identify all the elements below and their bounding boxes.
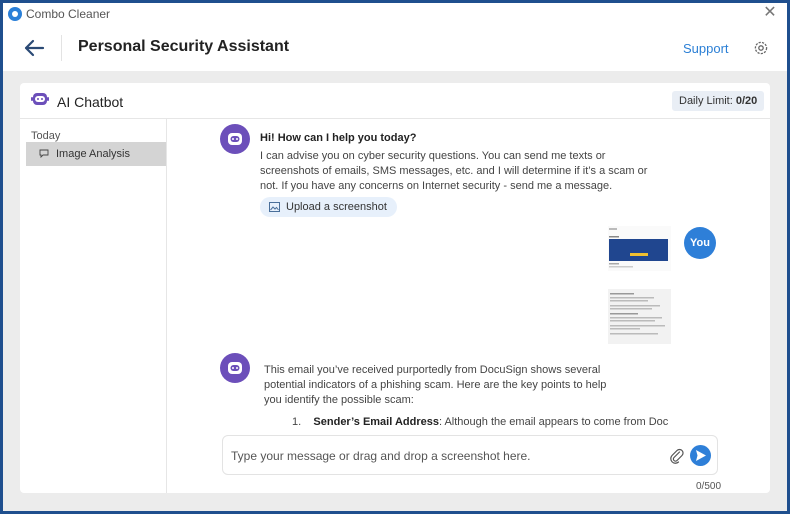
sidebar-item-image-analysis[interactable]: Image Analysis: [26, 142, 166, 166]
robot-icon: [228, 362, 242, 374]
panel-title: AI Chatbot: [57, 94, 124, 110]
app-window: Combo Cleaner ✕ Personal Security Assist…: [3, 3, 787, 511]
daily-limit-value: 0/20: [735, 95, 758, 107]
daily-limit-label: Daily Limit:: [679, 95, 736, 107]
send-icon: [696, 450, 706, 461]
bot-avatar: [220, 353, 250, 383]
point-title: Sender’s Email Address: [313, 416, 439, 428]
gear-icon: [754, 41, 768, 55]
daily-limit-badge: Daily Limit: 0/20: [672, 91, 765, 111]
chatbot-panel: AI Chatbot Daily Limit: 0/20 Today Image…: [20, 83, 770, 493]
message-input[interactable]: [231, 446, 661, 466]
upload-screenshot-button[interactable]: Upload a screenshot: [260, 197, 397, 217]
image-icon: [269, 202, 280, 212]
robot-icon: [228, 133, 242, 145]
settings-button[interactable]: [753, 40, 769, 56]
bot-avatar: [220, 124, 250, 154]
message-input-box: [222, 435, 718, 475]
user-avatar: You: [684, 227, 716, 259]
send-button[interactable]: [690, 445, 711, 466]
bot-greeting: Hi! How can I help you today?: [260, 132, 417, 144]
sidebar-group-today: Today: [31, 130, 61, 142]
bot-analysis-message: This email you’ve received purportedly f…: [264, 364, 607, 406]
point-text: : Although the email appears to come fro…: [438, 416, 669, 428]
uploaded-screenshot-thumbnail-detail[interactable]: [608, 289, 671, 344]
uploaded-screenshot-thumbnail[interactable]: [608, 226, 671, 271]
panel-header: AI Chatbot Daily Limit: 0/20: [20, 83, 770, 119]
chat-history-sidebar: Today Image Analysis: [20, 119, 167, 493]
title-bar: Combo Cleaner ✕: [3, 3, 787, 25]
robot-icon: [31, 93, 49, 105]
app-name: Combo Cleaner: [26, 7, 111, 21]
attach-button[interactable]: [670, 448, 684, 464]
arrow-left-icon: [24, 39, 45, 57]
sidebar-item-label: Image Analysis: [56, 148, 130, 160]
close-icon[interactable]: ✕: [763, 5, 777, 21]
page-header: Personal Security Assistant Support: [3, 25, 787, 71]
page-title: Personal Security Assistant: [78, 38, 290, 55]
upload-screenshot-label: Upload a screenshot: [286, 201, 387, 213]
bot-intro-message: I can advise you on cyber security quest…: [260, 150, 648, 192]
back-button[interactable]: [23, 38, 45, 58]
header-divider: [61, 35, 62, 61]
character-counter: 0/500: [696, 481, 722, 492]
point-number: 1.: [292, 416, 302, 428]
paperclip-icon: [670, 448, 684, 464]
app-logo-icon: [8, 7, 22, 21]
bot-analysis-point: 1. Sender’s Email Address: Although the …: [292, 416, 668, 428]
support-link[interactable]: Support: [683, 41, 729, 56]
chat-bubble-icon: [39, 149, 49, 158]
